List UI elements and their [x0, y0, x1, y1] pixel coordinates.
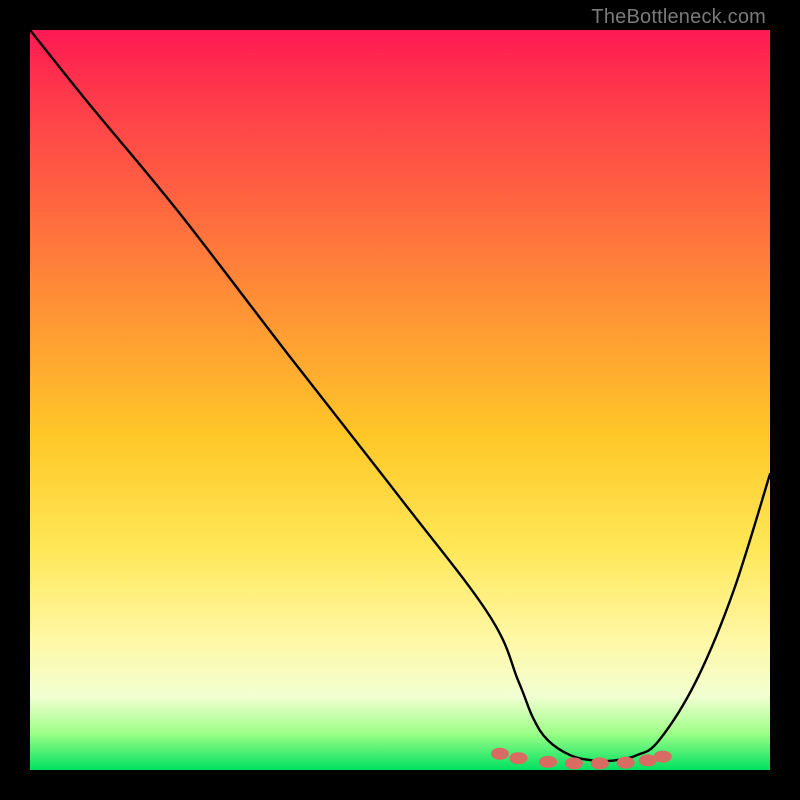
attribution-label: TheBottleneck.com [591, 6, 766, 29]
curve-marker-dot [654, 751, 672, 763]
curve-marker-dot [539, 756, 557, 768]
curve-marker-dot [591, 757, 609, 769]
bottleneck-curve [30, 30, 770, 761]
curve-marker-dot [617, 757, 635, 769]
curve-marker-dot [509, 752, 527, 764]
curve-marker-dot [491, 748, 509, 760]
plot-area [30, 30, 770, 770]
curve-layer [30, 30, 770, 770]
curve-marker-dot [565, 757, 583, 769]
chart-frame: TheBottleneck.com [0, 0, 800, 800]
